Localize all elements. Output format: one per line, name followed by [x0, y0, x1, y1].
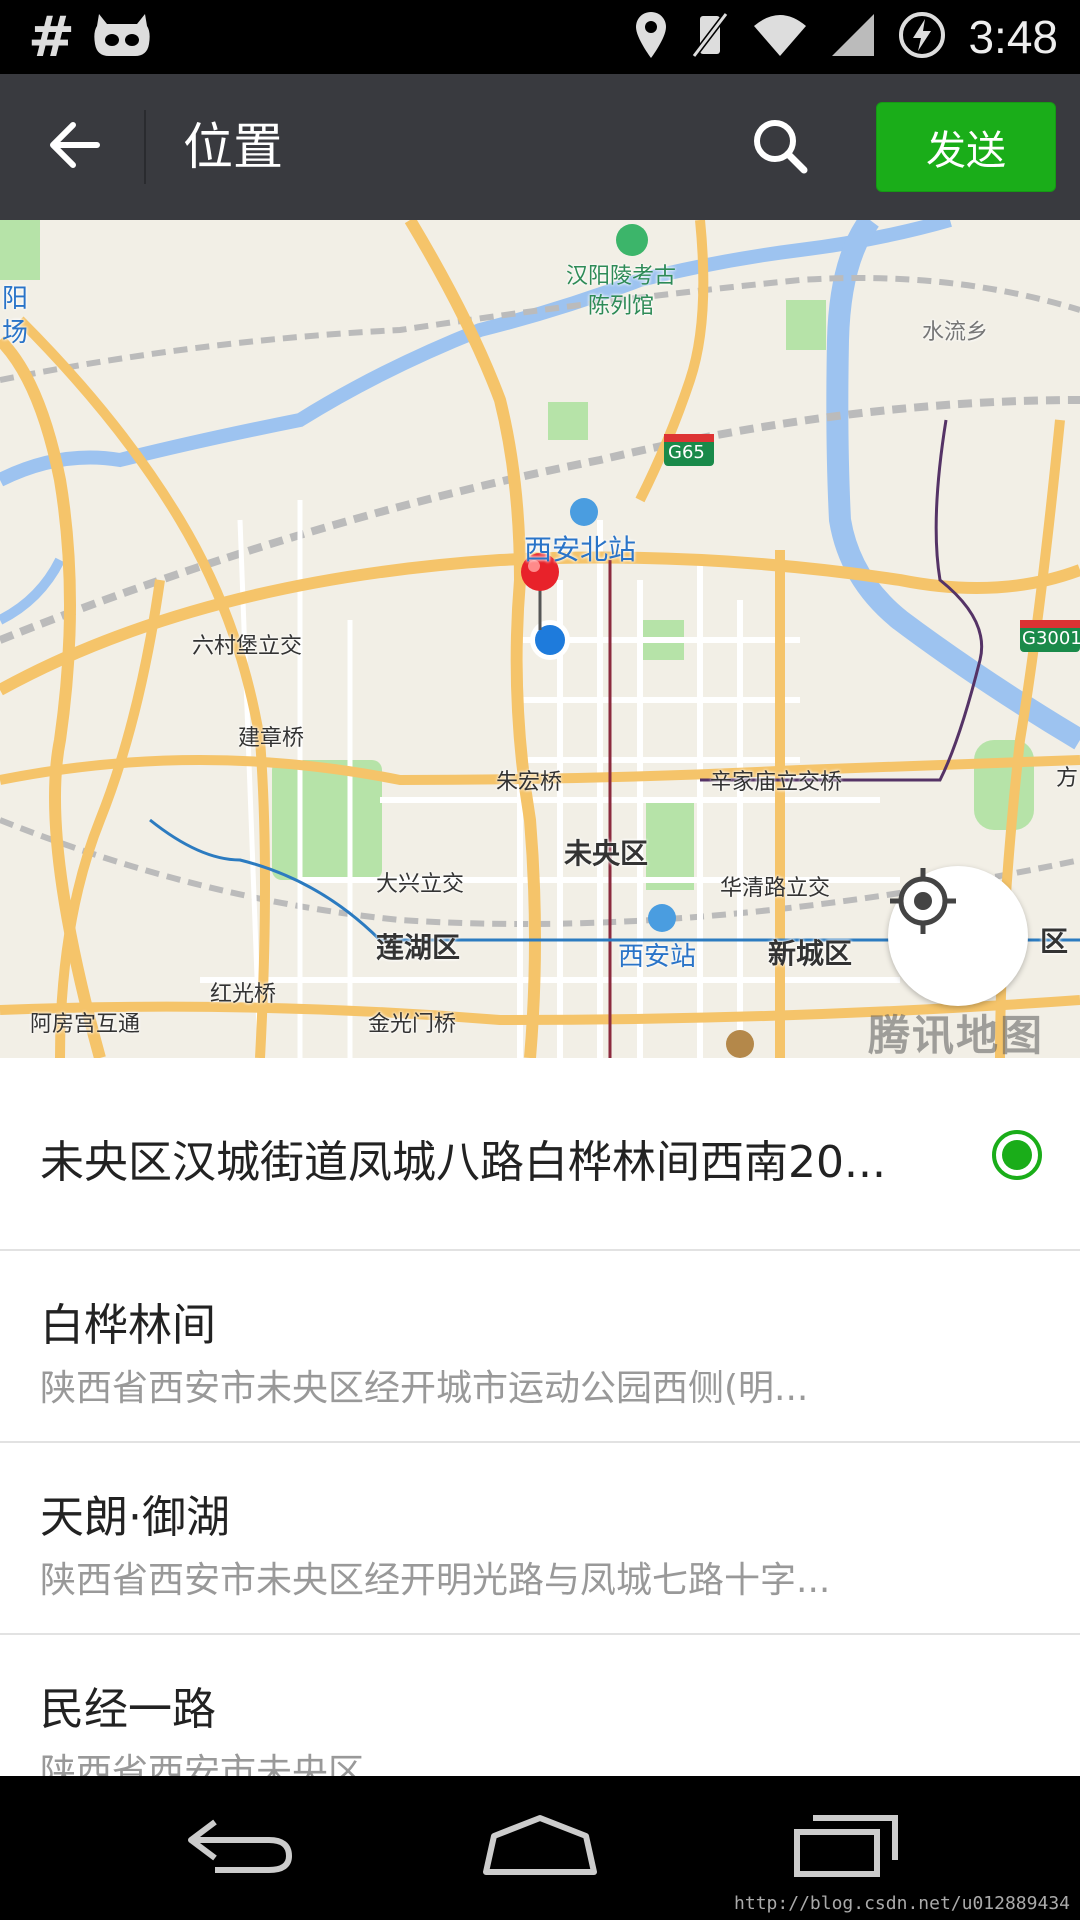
navigation-bar: http://blog.csdn.net/u012889434: [0, 1776, 1080, 1920]
toolbar: 位置 发送: [0, 74, 1080, 220]
page-title: 位置: [183, 118, 283, 176]
wifi-icon: [752, 12, 808, 62]
status-left: #: [28, 8, 151, 66]
list-item-subtitle: 陕西省西安市未央区经开城市运动公园西侧(明...: [40, 1368, 809, 1409]
list-item[interactable]: 天朗·御湖 陕西省西安市未央区经开明光路与凤城七路十字...: [0, 1443, 1080, 1635]
map-label-zhuhong: 朱宏桥: [496, 770, 563, 795]
map-label-xian-north: 西安北站: [524, 533, 637, 566]
map-label-xincheng: 新城区: [768, 937, 853, 970]
list-item-subtitle: 陕西省西安市未央区: [40, 1752, 365, 1776]
map-label-huaqing: 华清路立交: [720, 876, 831, 901]
cyanogenmod-mascot-icon: [93, 10, 151, 64]
map-label-jianzhang: 建章桥: [238, 726, 305, 751]
radio-dot: [1002, 1140, 1032, 1170]
map-label-yang: 阳: [2, 284, 29, 314]
clock: 3:48: [968, 11, 1058, 63]
map-label-liucunbao: 六村堡立交: [192, 634, 303, 659]
list-item-title: 天朗·御湖: [40, 1492, 230, 1543]
map-label-xian-station: 西安站: [618, 942, 697, 972]
map-label-hongguang: 红光桥: [210, 982, 277, 1007]
map-view[interactable]: 汉阳陵考古 陈列馆 水流乡 阳 场 G65 G3001 西安北站 六村堡立交 建…: [0, 220, 1080, 1058]
list-item-title: 未央区汉城街道凤城八路白桦林间西南20...: [40, 1137, 886, 1188]
location-list: 未央区汉城街道凤城八路白桦林间西南20... 白桦林间 陕西省西安市未央区经开城…: [0, 1058, 1080, 1776]
list-item[interactable]: 未央区汉城街道凤城八路白桦林间西南20...: [0, 1058, 1080, 1251]
send-button[interactable]: 发送: [876, 102, 1056, 192]
map-label-g3001: G3001: [1022, 628, 1080, 649]
blog-watermark: http://blog.csdn.net/u012889434: [734, 1893, 1070, 1914]
list-item-title: 民经一路: [40, 1684, 216, 1735]
list-item-subtitle: 陕西省西安市未央区经开明光路与凤城七路十字...: [40, 1560, 831, 1601]
map-label-weiyang: 未央区: [564, 837, 649, 870]
status-right: 3:48: [634, 8, 1058, 66]
map-label-afanggong: 阿房宫互通: [30, 1012, 141, 1037]
selected-radio-icon: [992, 1130, 1042, 1180]
location-icon: [634, 10, 668, 64]
tencent-map-logo: 腾讯地图: [868, 1011, 1045, 1058]
nav-recents-icon: [791, 1814, 901, 1882]
nav-recents-button[interactable]: [776, 1798, 916, 1898]
locate-button[interactable]: [888, 866, 1028, 1006]
back-button[interactable]: [36, 112, 112, 182]
nav-back-icon: [185, 1816, 295, 1880]
arrow-left-icon: [47, 121, 101, 173]
map-label-qu: 区: [1040, 925, 1069, 958]
toolbar-divider: [144, 110, 146, 184]
map-label-shuiliu: 水流乡: [922, 320, 989, 345]
nav-back-button[interactable]: [170, 1798, 310, 1898]
map-label-museum: 汉阳陵考古 陈列馆: [566, 264, 677, 319]
hash-icon: #: [28, 4, 75, 70]
nav-home-button[interactable]: [470, 1798, 610, 1898]
map-label-jinguang: 金光门桥: [368, 1012, 457, 1037]
map-label-xinjiamiao: 辛家庙立交桥: [710, 770, 843, 795]
list-item[interactable]: 白桦林间 陕西省西安市未央区经开城市运动公园西侧(明...: [0, 1251, 1080, 1443]
search-icon: [750, 116, 810, 180]
map-label-fang: 方: [1056, 766, 1079, 791]
status-bar: # 3:48: [0, 0, 1080, 74]
list-item[interactable]: 民经一路 陕西省西安市未央区: [0, 1635, 1080, 1776]
search-button[interactable]: [744, 112, 816, 184]
nav-home-icon: [480, 1814, 600, 1882]
vibrate-mute-icon: [690, 10, 730, 64]
signal-icon: [830, 12, 876, 62]
list-item-title: 白桦林间: [40, 1300, 216, 1351]
map-label-lianhu: 莲湖区: [376, 931, 461, 964]
map-label-daxing: 大兴立交: [376, 872, 465, 897]
map-label-g65: G65: [668, 442, 705, 463]
map-label-chang: 场: [2, 318, 29, 348]
battery-charging-icon: [898, 11, 946, 63]
